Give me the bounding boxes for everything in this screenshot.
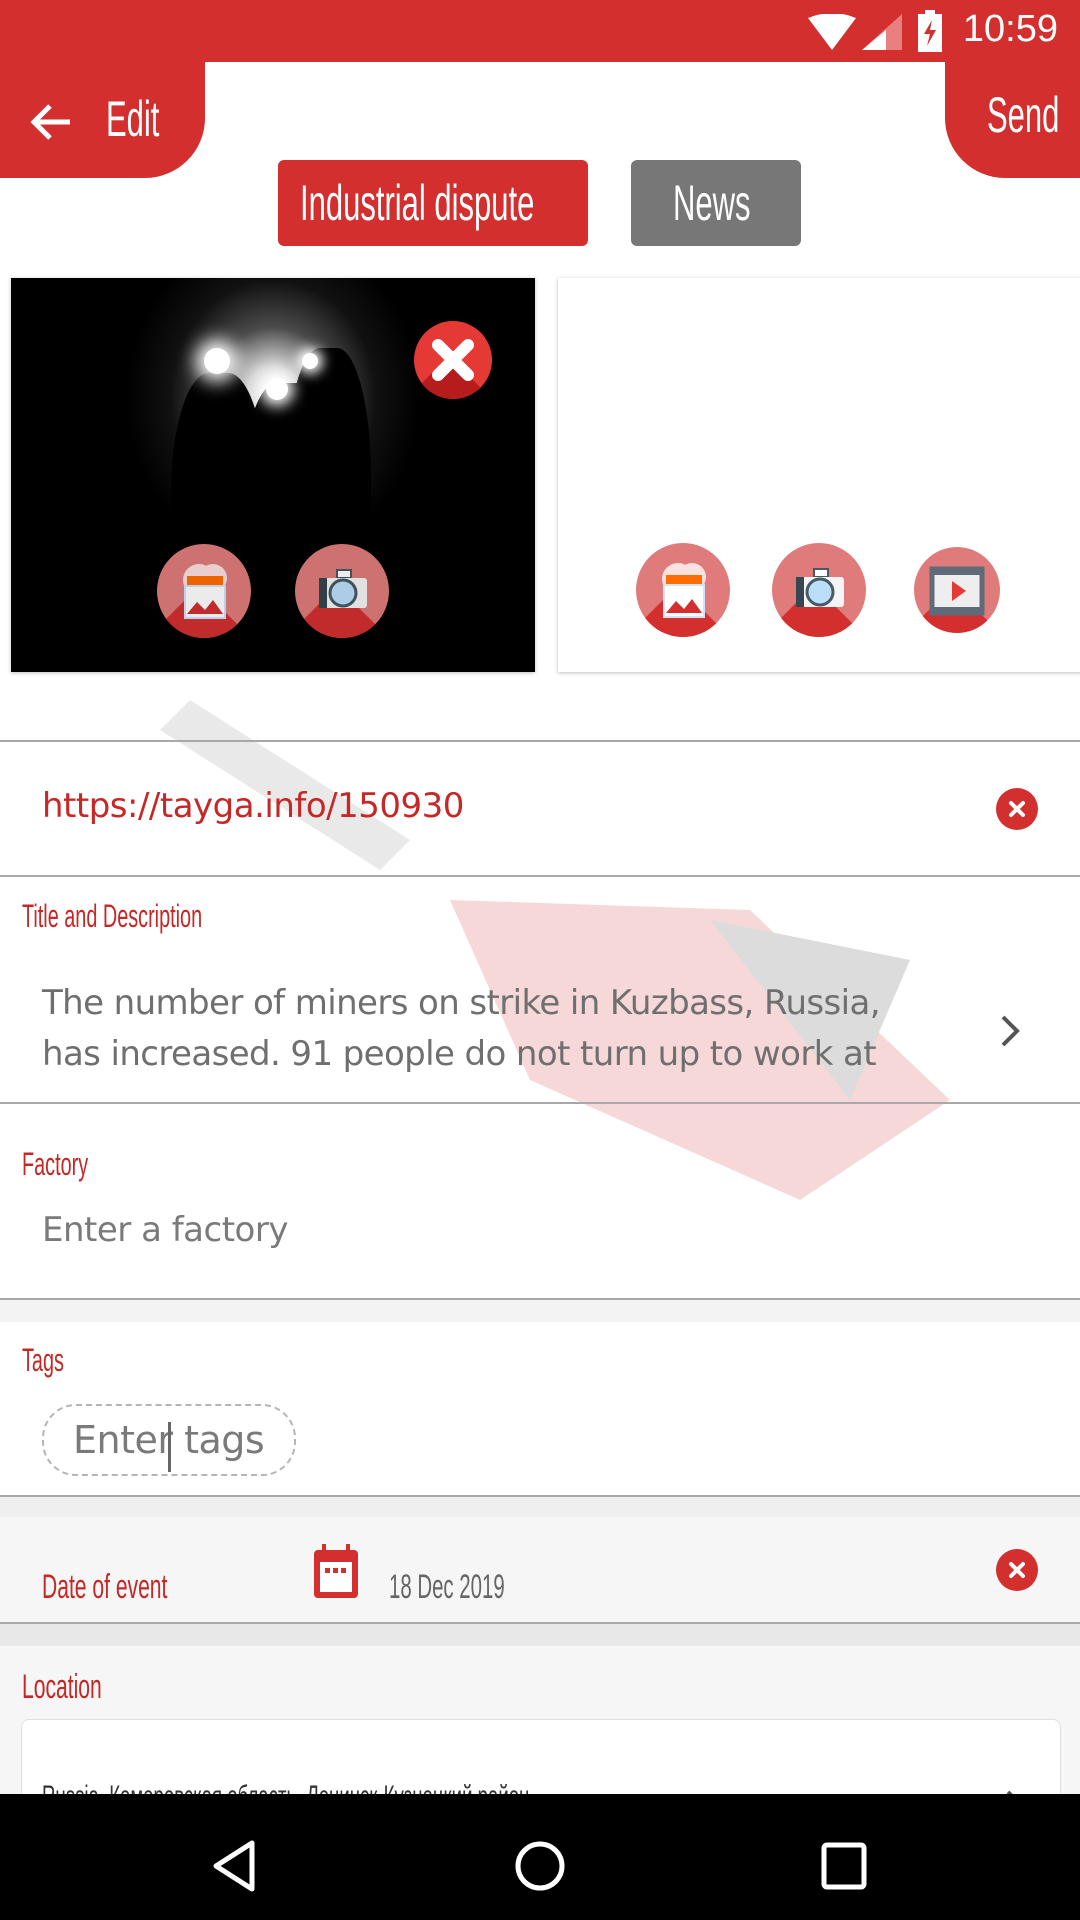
system-nav-bar	[0, 1794, 1080, 1920]
nav-back-icon[interactable]	[212, 1840, 258, 1892]
text-cursor	[168, 1422, 171, 1472]
close-icon	[1009, 801, 1025, 817]
divider	[0, 740, 1080, 742]
media-upload-card	[558, 278, 1080, 672]
section-spacer	[0, 1497, 1080, 1517]
clear-date-button[interactable]	[996, 1549, 1038, 1591]
title-description-label: Title and Description	[22, 898, 203, 934]
video-icon	[929, 566, 985, 616]
category-label: Industrial dispute	[300, 175, 535, 231]
chevron-right-icon[interactable]	[995, 1011, 1025, 1051]
gallery-upload-button[interactable]	[636, 543, 730, 637]
camera-icon	[796, 568, 844, 607]
source-link-field[interactable]: https://tayga.info/150930	[42, 786, 464, 826]
calendar-icon[interactable]	[312, 1544, 360, 1600]
arrow-back-icon	[30, 104, 70, 140]
battery-charging-icon	[918, 10, 942, 52]
status-time: 10:59	[962, 8, 1058, 50]
category-news[interactable]: News	[631, 160, 801, 246]
back-button[interactable]: Edit	[0, 62, 205, 178]
headlamp	[302, 353, 318, 369]
category-label: News	[673, 175, 751, 231]
description-line: The number of miners on strike in Kuzbas…	[42, 983, 881, 1023]
camera-button[interactable]	[772, 543, 866, 637]
gallery-upload-icon	[662, 563, 706, 618]
headlamp	[266, 378, 288, 400]
page-title: Edit	[106, 91, 160, 147]
photo-card[interactable]	[11, 278, 535, 672]
date-label: Date of event	[42, 1568, 168, 1606]
section-spacer	[0, 1624, 1080, 1646]
factory-label: Factory	[22, 1146, 89, 1182]
section-spacer	[0, 1300, 1080, 1322]
nav-home-icon[interactable]	[514, 1840, 566, 1892]
video-button[interactable]	[914, 547, 1000, 633]
close-icon	[1009, 1562, 1025, 1578]
clear-link-button[interactable]	[996, 788, 1038, 830]
category-industrial-dispute[interactable]: Industrial dispute	[278, 160, 588, 246]
nav-recents-icon[interactable]	[821, 1842, 867, 1890]
description-line: has increased. 91 people do not turn up …	[42, 1034, 877, 1074]
remove-photo-button[interactable]	[414, 321, 492, 399]
divider	[0, 1102, 1080, 1104]
headlamp	[204, 348, 230, 374]
location-label: Location	[22, 1668, 102, 1706]
remove-photo-icon	[432, 339, 474, 381]
wifi-icon	[808, 14, 856, 50]
gallery-upload-button[interactable]	[157, 544, 251, 638]
divider	[0, 875, 1080, 877]
camera-button[interactable]	[295, 544, 389, 638]
factory-input[interactable]: Enter a factory	[42, 1210, 288, 1250]
send-label: Send	[987, 87, 1060, 143]
status-bar: 10:59	[0, 0, 1080, 62]
signal-icon	[862, 14, 902, 50]
date-value[interactable]: 18 Dec 2019	[389, 1568, 505, 1607]
camera-icon	[319, 569, 367, 608]
gallery-upload-icon	[183, 564, 227, 619]
tags-label: Tags	[22, 1342, 64, 1378]
send-button[interactable]: Send	[945, 62, 1080, 178]
title-description-field[interactable]: The number of miners on strike in Kuzbas…	[42, 978, 942, 1080]
